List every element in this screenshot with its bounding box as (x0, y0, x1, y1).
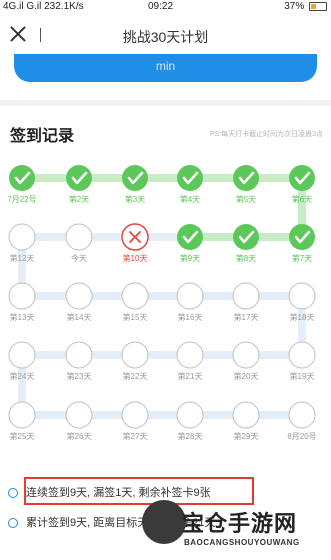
battery-percent: 37% (284, 1, 305, 12)
day-cell[interactable]: 第10天 (121, 223, 149, 263)
day-label: 第29天 (234, 431, 259, 441)
day-cell[interactable]: 第9天 (177, 224, 203, 263)
day-label: 第7天 (292, 253, 312, 263)
battery-icon (309, 1, 327, 11)
day-label: 第24天 (10, 371, 35, 381)
day-cell[interactable]: 第7天 (289, 224, 315, 263)
summary-streak-text: 连续签到9天, 漏签1天, 剩余补签卡9张 (26, 487, 211, 499)
day-label: 第25天 (10, 431, 35, 441)
day-cell[interactable]: 第19天 (288, 341, 316, 381)
day-cell[interactable]: 第21天 (176, 341, 204, 381)
watermark: 宝仓手游网 BAOCANGSHOUYOUWANG (182, 506, 300, 547)
day-cell[interactable]: 第23天 (65, 341, 93, 381)
watermark-logo-icon (142, 500, 186, 544)
day-cell[interactable]: 第24天 (8, 341, 36, 381)
day-label: 8月20号 (287, 432, 316, 441)
clock: 09:22 (148, 1, 174, 12)
day-label: 第19天 (290, 371, 315, 381)
day-label: 第22天 (123, 371, 148, 381)
day-cell[interactable]: 第2天 (66, 165, 92, 204)
day-cell[interactable]: 第18天 (288, 282, 316, 322)
day-label: 第15天 (123, 312, 148, 322)
day-cell[interactable]: 第13天 (8, 282, 36, 322)
day-cell[interactable]: 8月20号 (287, 401, 317, 441)
day-cell[interactable]: 第26天 (65, 401, 93, 441)
day-cell[interactable]: 第3天 (122, 165, 148, 204)
day-cell[interactable]: 第16天 (176, 282, 204, 322)
day-label: 第18天 (290, 312, 315, 322)
day-label: 第21天 (178, 371, 203, 381)
status-bar: 4G.il G.il 232.1K/s 09:22 37% (0, 0, 331, 14)
day-label: 7月22号 (7, 195, 36, 204)
bullet-icon (8, 518, 18, 529)
day-cell[interactable]: 第29天 (232, 401, 260, 441)
day-cell[interactable]: 第28天 (176, 401, 204, 441)
day-cell[interactable]: 第27天 (121, 401, 149, 441)
day-cell[interactable]: 今天 (65, 223, 93, 263)
day-label: 第14天 (67, 312, 92, 322)
day-label: 第9天 (180, 253, 200, 263)
progress-banner: min (14, 54, 317, 82)
day-label: 第20天 (234, 371, 259, 381)
day-cell[interactable]: 第12天 (8, 223, 36, 263)
day-cell[interactable]: 第17天 (232, 282, 260, 322)
battery-indicator: 37% (284, 1, 327, 12)
checkin-grid: 7月22号 第2天 第3天 第4天 第5天 第6天第12天 今天 第10天 第9天 第8天 第7天第… (7, 165, 317, 441)
day-label: 第12天 (10, 253, 35, 263)
day-label: 第26天 (67, 431, 92, 441)
day-cell[interactable]: 第8天 (233, 224, 259, 263)
day-label: 第4天 (180, 194, 200, 204)
battery-fill (311, 3, 317, 9)
day-label: 第5天 (236, 194, 256, 204)
app-bar: 挑战30天计划 (0, 18, 331, 52)
day-label: 今天 (71, 253, 87, 263)
banner-unit: min (155, 59, 176, 73)
day-label: 第23天 (67, 371, 92, 381)
day-label: 第10天 (123, 253, 148, 263)
bullet-icon (8, 488, 18, 499)
day-cell[interactable]: 第6天 (289, 165, 315, 204)
day-label: 第6天 (292, 194, 312, 204)
day-cell[interactable]: 7月22号 (7, 165, 37, 204)
day-label: 第16天 (178, 312, 203, 322)
summary-item-streak: 连续签到9天, 漏签1天, 剩余补签卡9张 (8, 484, 211, 500)
day-label: 第13天 (10, 312, 35, 322)
checkin-note: PS:每天打卡截止时间为次日凌晨3点 (209, 131, 323, 138)
day-label: 第8天 (236, 253, 256, 263)
day-cell[interactable]: 第25天 (8, 401, 36, 441)
day-cell[interactable]: 第15天 (121, 282, 149, 322)
day-cell[interactable]: 第5天 (233, 165, 259, 204)
day-label: 第27天 (123, 431, 148, 441)
day-label: 第3天 (125, 194, 145, 204)
day-cell[interactable]: 第20天 (232, 341, 260, 381)
section-divider (0, 100, 331, 106)
day-cell[interactable]: 第4天 (177, 165, 203, 204)
network-indicator: 4G.il G.il 232.1K/s (3, 1, 84, 12)
watermark-title: 宝仓手游网 (182, 511, 298, 536)
day-label: 第28天 (178, 431, 203, 441)
day-label: 第17天 (234, 312, 259, 322)
page-title: 挑战30天计划 (122, 29, 209, 45)
day-cell[interactable]: 第22天 (121, 341, 149, 381)
day-cell[interactable]: 第14天 (65, 282, 93, 322)
day-label: 第2天 (69, 194, 89, 204)
watermark-subtitle: BAOCANGSHOUYOUWANG (184, 538, 300, 547)
